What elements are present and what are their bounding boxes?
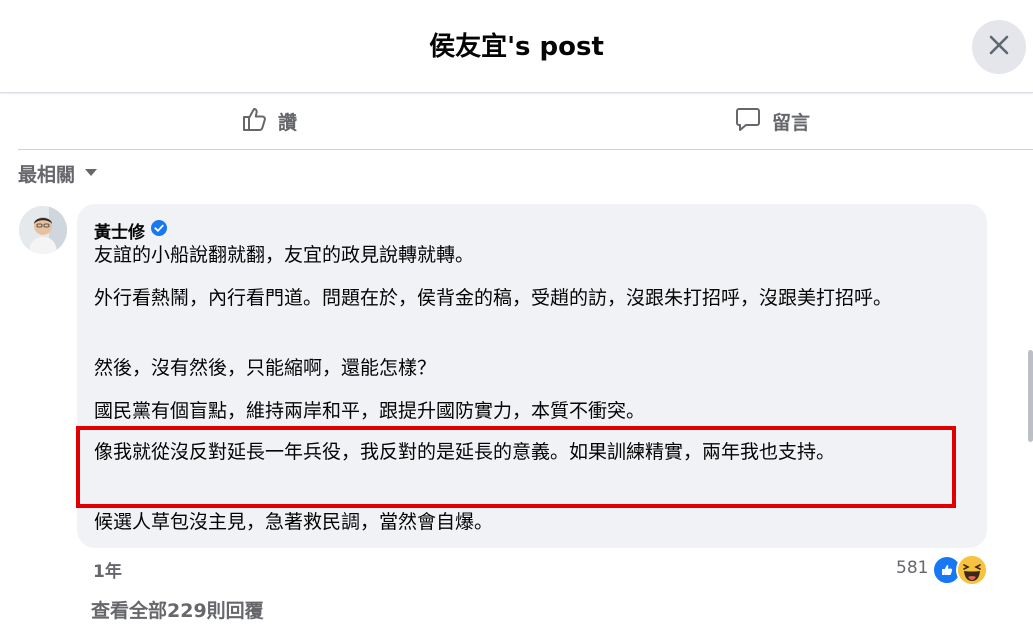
post-title: 侯友宜's post bbox=[429, 32, 604, 62]
comment-author[interactable]: 黃士修 bbox=[94, 218, 167, 243]
thumbs-up-icon bbox=[240, 105, 268, 138]
like-button[interactable]: 讚 bbox=[240, 99, 297, 143]
comment-paragraph: 候選人草包沒主見，急著救民調，當然會自爆。 bbox=[94, 511, 494, 533]
like-label: 讚 bbox=[278, 111, 298, 134]
scrollbar-thumb[interactable] bbox=[1028, 350, 1033, 442]
comment-label: 留言 bbox=[772, 111, 811, 134]
comment-button[interactable]: 留言 bbox=[734, 99, 810, 143]
post-actions-bar: 讚 留言 bbox=[18, 93, 1033, 150]
reaction-icons bbox=[932, 553, 989, 586]
author-avatar[interactable] bbox=[19, 206, 67, 254]
comment-paragraph: 外行看熱鬧，內行看門道。問題在於，侯背金的稿，受趙的訪，沒跟朱打招呼，沒跟美打招… bbox=[94, 287, 893, 309]
reactions-summary[interactable]: 581 bbox=[896, 553, 989, 586]
author-name[interactable]: 黃士修 bbox=[94, 218, 145, 243]
verified-badge-icon bbox=[151, 220, 167, 241]
close-button[interactable] bbox=[972, 20, 1026, 74]
comment-paragraph: 友誼的小船說翻就翻，友宜的政見說轉就轉。 bbox=[94, 244, 475, 266]
post-header: 侯友宜's post bbox=[0, 0, 1033, 93]
reaction-count: 581 bbox=[896, 558, 929, 578]
sort-dropdown[interactable]: 最相關 bbox=[18, 160, 99, 187]
haha-icon bbox=[956, 554, 989, 586]
highlight-box bbox=[76, 426, 956, 508]
comment-timestamp[interactable]: 1年 bbox=[93, 557, 122, 582]
comment-paragraph: 國民黨有個盲點，維持兩岸和平，跟提升國防實力，本質不衝突。 bbox=[94, 400, 646, 422]
comment-paragraph: 然後，沒有然後，只能縮啊，還能怎樣？ bbox=[94, 357, 437, 379]
caret-down-icon bbox=[83, 163, 99, 185]
comment-icon bbox=[734, 105, 762, 138]
close-icon bbox=[987, 33, 1011, 61]
sort-label: 最相關 bbox=[18, 164, 76, 186]
view-all-replies-link[interactable]: 查看全部229則回覆 bbox=[91, 596, 264, 623]
